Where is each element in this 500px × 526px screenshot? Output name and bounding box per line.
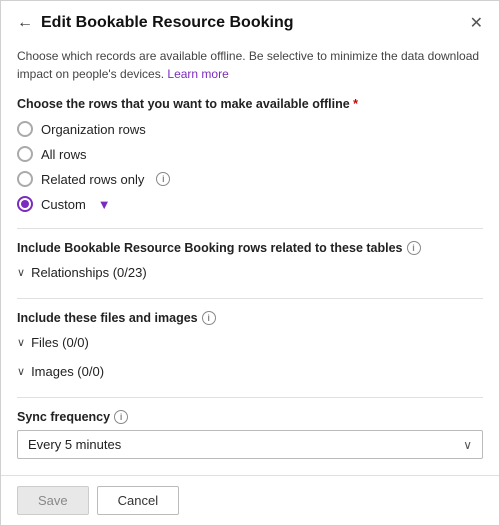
radio-group: Organization rows All rows Related rows … — [17, 121, 483, 212]
back-button[interactable]: ← — [17, 14, 33, 32]
images-collapsible: ∨ Images (0/0) — [17, 360, 483, 383]
relationships-toggle[interactable]: ∨ Relationships (0/23) — [17, 261, 483, 284]
radio-related[interactable]: Related rows only i — [17, 171, 483, 187]
sync-frequency-select[interactable]: Every 5 minutes ∨ — [17, 430, 483, 459]
files-label: Files (0/0) — [31, 335, 89, 350]
relationships-collapsible: ∨ Relationships (0/23) — [17, 261, 483, 284]
files-section: Include these files and images i ∨ Files… — [17, 311, 483, 383]
sync-frequency-value: Every 5 minutes — [28, 437, 463, 452]
relationships-info-icon: i — [407, 241, 421, 255]
dialog: ← Edit Bookable Resource Booking ✕ Choos… — [0, 0, 500, 526]
header-left: ← Edit Bookable Resource Booking — [17, 14, 293, 32]
radio-all[interactable]: All rows — [17, 146, 483, 162]
images-toggle[interactable]: ∨ Images (0/0) — [17, 360, 483, 383]
relationships-section: Include Bookable Resource Booking rows r… — [17, 241, 483, 284]
divider-2 — [17, 298, 483, 299]
sync-title-row: Sync frequency i — [17, 410, 483, 424]
related-info-icon: i — [156, 172, 170, 186]
save-button[interactable]: Save — [17, 486, 89, 515]
images-label: Images (0/0) — [31, 364, 104, 379]
dialog-title: Edit Bookable Resource Booking — [41, 14, 293, 32]
radio-label-custom: Custom — [41, 197, 86, 212]
learn-more-link[interactable]: Learn more — [167, 67, 228, 81]
sync-section-label: Sync frequency — [17, 410, 110, 424]
relationships-label: Relationships (0/23) — [31, 265, 147, 280]
description-text: Choose which records are available offli… — [17, 47, 483, 83]
sync-section: Sync frequency i Every 5 minutes ∨ — [17, 410, 483, 459]
dialog-header: ← Edit Bookable Resource Booking ✕ — [1, 1, 499, 39]
radio-circle-custom — [17, 196, 33, 212]
close-button[interactable]: ✕ — [470, 13, 483, 33]
filter-icon: ▼ — [98, 197, 111, 212]
files-collapsible: ∨ Files (0/0) — [17, 331, 483, 354]
images-chevron: ∨ — [17, 365, 25, 378]
files-info-icon: i — [202, 311, 216, 325]
sync-frequency-chevron: ∨ — [463, 438, 472, 452]
divider-1 — [17, 228, 483, 229]
files-chevron: ∨ — [17, 336, 25, 349]
divider-3 — [17, 397, 483, 398]
dialog-footer: Save Cancel — [1, 475, 499, 525]
radio-label-related: Related rows only — [41, 172, 144, 187]
files-toggle[interactable]: ∨ Files (0/0) — [17, 331, 483, 354]
radio-label-all: All rows — [41, 147, 87, 162]
radio-circle-org — [17, 121, 33, 137]
relationships-chevron: ∨ — [17, 266, 25, 279]
relationships-section-label: Include Bookable Resource Booking rows r… — [17, 241, 403, 255]
files-section-label: Include these files and images — [17, 311, 198, 325]
relationships-title-row: Include Bookable Resource Booking rows r… — [17, 241, 483, 255]
dialog-body: Choose which records are available offli… — [1, 39, 499, 475]
radio-org[interactable]: Organization rows — [17, 121, 483, 137]
radio-custom[interactable]: Custom ▼ — [17, 196, 483, 212]
files-title-row: Include these files and images i — [17, 311, 483, 325]
radio-circle-all — [17, 146, 33, 162]
rows-section-label: Choose the rows that you want to make av… — [17, 97, 483, 111]
radio-label-org: Organization rows — [41, 122, 146, 137]
cancel-button[interactable]: Cancel — [97, 486, 179, 515]
sync-info-icon: i — [114, 410, 128, 424]
radio-circle-related — [17, 171, 33, 187]
